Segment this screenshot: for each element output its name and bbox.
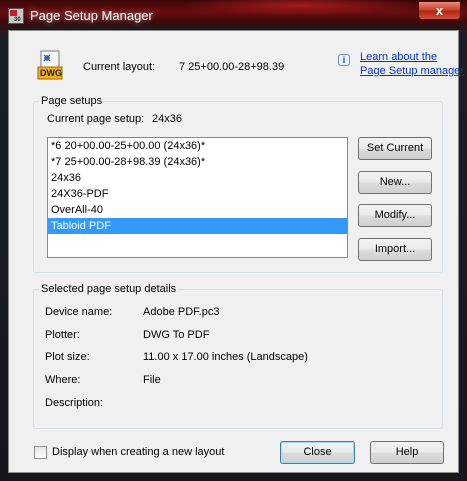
plot-size-value: 11.00 x 17.00 inches (Landscape) [143, 351, 308, 363]
display-on-new-layout-label[interactable]: Display when creating a new layout [52, 446, 224, 458]
help-button[interactable]: Help [370, 441, 444, 464]
modify-button[interactable]: Modify... [358, 204, 432, 227]
learn-about-link-line2[interactable]: Page Setup manager [360, 65, 464, 78]
dwg-file-icon: DWG [37, 49, 63, 81]
new-button[interactable]: New... [358, 171, 432, 194]
window-title: Page Setup Manager [30, 8, 153, 23]
list-item[interactable]: 24X36-PDF [48, 186, 347, 202]
details-group-title: Selected page setup details [39, 283, 179, 295]
description-label: Description: [45, 397, 104, 409]
import-button[interactable]: Import... [358, 238, 432, 261]
window-close-icon[interactable]: x [418, 1, 461, 20]
current-layout-value: 7 25+00.00-28+98.39 [179, 61, 285, 73]
list-item[interactable]: 24x36 [48, 170, 347, 186]
current-layout-label: Current layout: [83, 61, 156, 73]
plotter-label: Plotter: [45, 329, 80, 341]
display-on-new-layout-checkbox[interactable] [34, 446, 47, 459]
title-bar[interactable]: 30 Page Setup Manager x [0, 0, 467, 30]
current-page-setup-value: 24x36 [152, 113, 182, 125]
app-icon-red-block [10, 10, 17, 16]
list-item-selected[interactable]: Tabloid PDF [48, 218, 347, 234]
plotter-value: DWG To PDF [143, 329, 210, 341]
current-page-setup-label: Current page setup: [47, 113, 145, 125]
where-label: Where: [45, 374, 81, 386]
where-value: File [143, 374, 161, 386]
close-button[interactable]: Close [280, 441, 355, 464]
device-name-label: Device name: [45, 306, 113, 318]
plot-size-label: Plot size: [45, 351, 90, 363]
page-setups-listbox[interactable]: *6 20+00.00-25+00.00 (24x36)* *7 25+00.0… [47, 137, 348, 258]
list-item[interactable]: OverAll-40 [48, 202, 347, 218]
learn-about-link-line1[interactable]: Learn about the [360, 51, 437, 64]
list-item[interactable]: *7 25+00.00-28+98.39 (24x36)* [48, 154, 347, 170]
list-item[interactable]: *6 20+00.00-25+00.00 (24x36)* [48, 138, 347, 154]
page-setup-manager-window: 30 Page Setup Manager x DWG Current layo… [0, 0, 467, 481]
page-setups-group-title: Page setups [39, 95, 105, 107]
dwg-icon-label: DWG [40, 68, 62, 78]
autocad-app-icon[interactable]: 30 [8, 8, 24, 24]
info-icon[interactable]: i [338, 54, 350, 66]
dialog-client-area: DWG Current layout: 7 25+00.00-28+98.39 … [8, 30, 464, 473]
app-icon-number: 30 [14, 17, 21, 23]
device-name-value: Adobe PDF.pc3 [143, 306, 220, 318]
set-current-button[interactable]: Set Current [358, 137, 432, 160]
